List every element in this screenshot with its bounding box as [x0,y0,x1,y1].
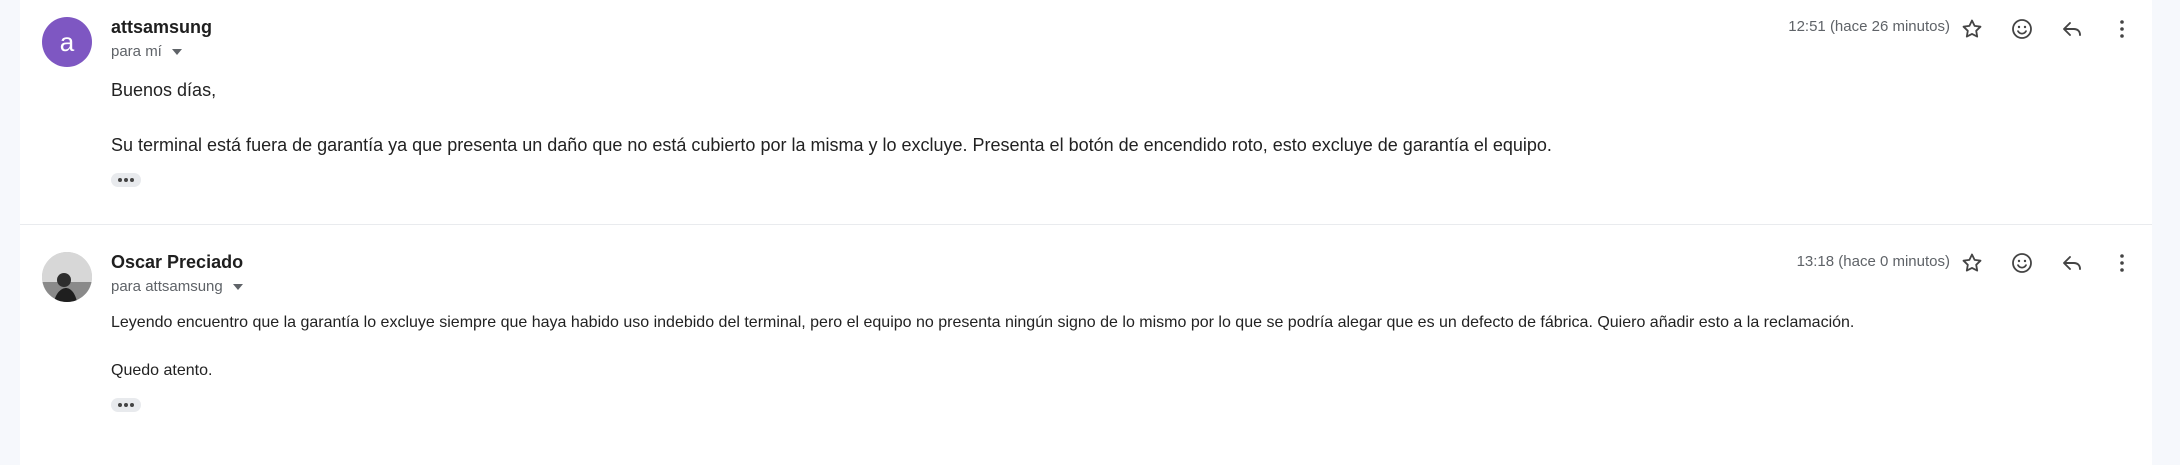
emoji-icon[interactable] [2002,243,2042,283]
message-1: a attsamsung para mí 12:51 (hace 26 minu… [20,0,2152,225]
email-thread: a attsamsung para mí 12:51 (hace 26 minu… [20,0,2152,465]
more-vert-icon[interactable] [2102,243,2142,283]
recipient-label: para attsamsung [111,278,223,295]
message-body: Leyendo encuentro que la garantía lo exc… [111,314,1855,331]
show-trimmed-content-button[interactable] [111,398,141,412]
avatar-attsamsung[interactable]: a [42,17,92,67]
caret-down-icon[interactable] [232,283,243,290]
message-time: 13:18 (hace 0 minutos) [1796,253,1950,270]
message-actions [1952,243,2152,283]
message-body: Su terminal está fuera de garantía ya qu… [111,135,1552,155]
show-trimmed-content-button[interactable] [111,173,141,187]
message-greeting: Buenos días, [111,80,217,100]
sender-name[interactable]: Oscar Preciado [111,252,243,273]
avatar-oscar-preciado[interactable] [42,252,92,302]
more-vert-icon[interactable] [2102,9,2142,49]
star-icon[interactable] [1952,9,1992,49]
reply-icon[interactable] [2052,9,2092,49]
message-actions [1952,9,2152,49]
caret-down-icon[interactable] [171,48,182,55]
star-icon[interactable] [1952,243,1992,283]
recipient-label: para mí [111,43,162,60]
recipient-line[interactable]: para mí [111,43,182,60]
message-closing: Quedo atento. [111,362,213,379]
message-time: 12:51 (hace 26 minutos) [1788,18,1950,35]
sender-name[interactable]: attsamsung [111,17,212,38]
reply-icon[interactable] [2052,243,2092,283]
emoji-icon[interactable] [2002,9,2042,49]
message-2: Oscar Preciado para attsamsung 13:18 (ha… [20,225,2152,465]
recipient-line[interactable]: para attsamsung [111,278,243,295]
